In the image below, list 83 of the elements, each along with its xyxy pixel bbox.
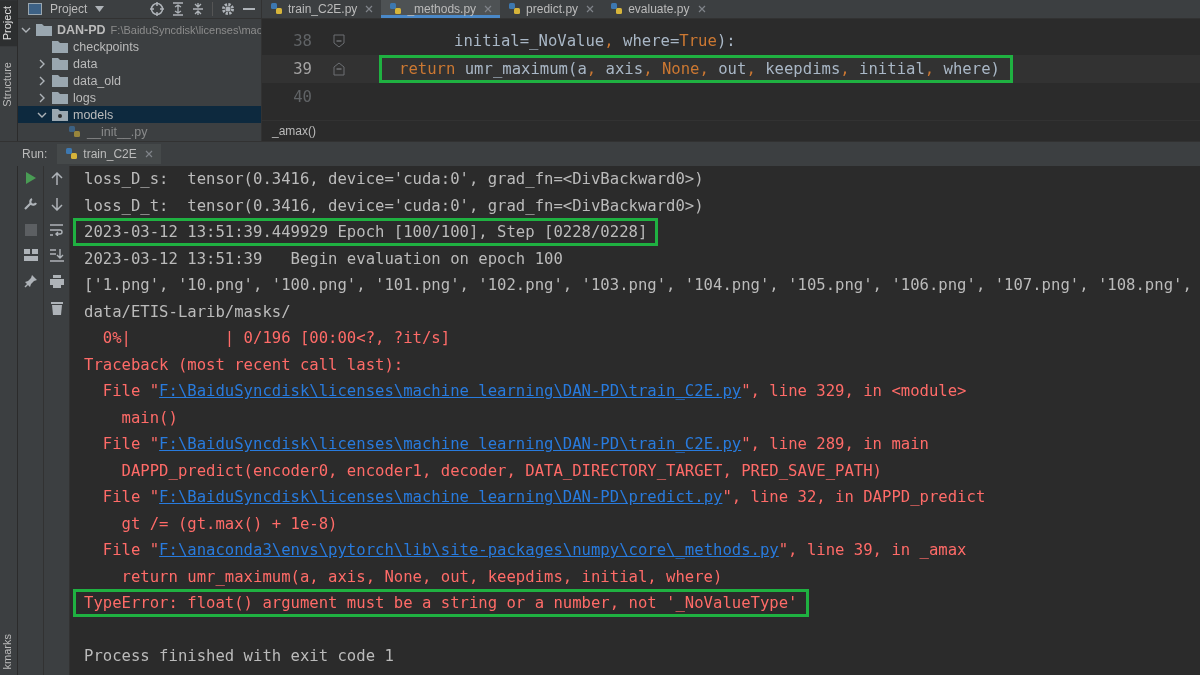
console-line: DAPPD_predict(encoder0, encoder1, decoder, DATA_DIRECTORY_TARGET, PRED_SAVE_PATH) <box>120 460 882 481</box>
console-line: loss_D_s: tensor(0.3416, device='cuda:0', grad_fn=<DivBackward0>) <box>84 169 704 190</box>
line-number: 39 <box>292 60 313 78</box>
python-file-icon <box>270 2 284 16</box>
python-file-icon <box>389 2 404 16</box>
trash-icon[interactable] <box>50 301 63 315</box>
folder-icon <box>52 74 68 87</box>
fold-marker-icon[interactable] <box>333 62 345 76</box>
crosshair-icon[interactable] <box>150 2 164 16</box>
dropdown-icon[interactable] <box>95 6 105 12</box>
console-line: TypeError: float() argument must be a string or a number, not '_NoValueType' <box>84 593 798 614</box>
console-line: gt /= (gt.max() + 1e-8) <box>120 513 338 534</box>
close-icon[interactable] <box>697 5 706 13</box>
folder-icon <box>52 57 68 70</box>
console-line: main() <box>120 407 178 428</box>
console-line: data/ETIS-Larib/masks/ <box>84 301 291 322</box>
console-line: ['1.png', '10.png', '100.png', '101.png', '102.png', '103.png', '104.png', '105.png', '106.png', '107.png', '108.png', <box>84 275 1192 296</box>
window-icon <box>28 3 42 15</box>
collapse-all-icon[interactable] <box>192 2 204 16</box>
chevron-right-icon[interactable] <box>37 58 47 69</box>
python-file-icon <box>68 124 82 139</box>
folder-icon <box>52 40 68 53</box>
pin-icon[interactable] <box>23 274 38 288</box>
tree-item[interactable]: DAN-PD <box>57 22 106 37</box>
console-line: Traceback (most recent call last): <box>84 354 404 375</box>
tree-item[interactable]: data <box>73 56 98 71</box>
tree-item[interactable]: data_old <box>73 73 121 88</box>
console-line: File "F:\BaiduSyncdisk\licenses\machine learning\DAN-PD\train_C2E.py", line 329, in <module> <box>101 381 967 402</box>
arrow-up-icon[interactable] <box>50 172 63 185</box>
close-icon[interactable] <box>365 5 374 13</box>
file-tab[interactable]: _methods.py <box>381 0 501 18</box>
tree-item[interactable]: logs <box>73 90 96 105</box>
console-line: 2023-03-12 13:51:39 Begin evaluation on epoch 100 <box>84 248 563 269</box>
python-file-icon <box>508 2 523 16</box>
layout-icon[interactable] <box>23 249 38 261</box>
soft-wrap-icon[interactable] <box>49 224 64 236</box>
chevron-right-icon[interactable] <box>37 75 47 86</box>
wrench-icon[interactable] <box>23 197 38 211</box>
close-icon[interactable] <box>586 5 595 13</box>
code-line: initial=_NoValue, where=True): <box>454 32 736 50</box>
console-line: 0%| | 0/196 [00:00<?, ?it/s] <box>101 328 451 349</box>
breadcrumb[interactable]: _amax() <box>272 124 316 138</box>
console-line: 2023-03-12 13:51:39.449929 Epoch [100/100], Step [0228/0228] <box>84 222 648 243</box>
folder-icon <box>52 91 68 104</box>
line-number: 40 <box>292 88 313 106</box>
file-link[interactable]: F:\BaiduSyncdisk\licenses\machine learning\DAN-PD\train_C2E.py <box>159 435 742 454</box>
file-tab[interactable]: evaluate.py <box>602 0 714 18</box>
print-icon[interactable] <box>49 275 64 288</box>
file-tab[interactable]: predict.py <box>500 0 603 18</box>
tool-window-tab[interactable]: kmarks <box>0 627 17 675</box>
fold-marker-icon[interactable] <box>333 34 345 48</box>
folder-icon <box>36 23 52 36</box>
tool-window-tab[interactable]: Project <box>0 0 17 47</box>
tree-item[interactable]: checkpoints <box>73 39 139 54</box>
console-line: File "F:\BaiduSyncdisk\licenses\machine learning\DAN-PD\train_C2E.py", line 289, in main <box>101 434 929 455</box>
run-label: Run: <box>22 147 48 161</box>
python-file-icon <box>610 2 625 16</box>
settings-icon[interactable] <box>221 2 235 16</box>
tool-window-tab[interactable]: Structure <box>0 56 17 113</box>
file-link[interactable]: F:\BaiduSyncdisk\licenses\machine learning\DAN-PD\train_C2E.py <box>159 382 742 401</box>
console-line: return umr_maximum(a, axis, None, out, keepdims, initial, where) <box>120 566 723 587</box>
python-file-icon <box>65 147 80 161</box>
chevron-right-icon[interactable] <box>37 92 47 103</box>
folder-path: F:\BaiduSyncdisk\licenses\mac <box>110 23 261 36</box>
tree-item[interactable]: models <box>73 107 114 122</box>
panel-title[interactable]: Project <box>50 2 88 16</box>
line-number: 38 <box>292 32 313 50</box>
run-tab[interactable]: train_C2E <box>57 144 161 164</box>
minimize-icon[interactable] <box>243 7 255 11</box>
arrow-down-icon[interactable] <box>50 198 63 211</box>
file-link[interactable]: F:\BaiduSyncdisk\licenses\machine learning\DAN-PD\predict.py <box>159 488 723 507</box>
run-icon[interactable] <box>24 172 37 184</box>
package-icon <box>52 108 68 121</box>
console-line: File "F:\BaiduSyncdisk\licenses\machine learning\DAN-PD\predict.py", line 32, in DAPPD_predict <box>101 487 986 508</box>
scroll-to-end-icon[interactable] <box>49 249 64 262</box>
code-line: return umr_maximum(a, axis, None, out, keepdims, initial, where) <box>399 60 1000 78</box>
console-line: loss_D_t: tensor(0.3416, device='cuda:0', grad_fn=<DivBackward0>) <box>84 195 704 216</box>
file-link[interactable]: F:\anaconda3\envs\pytorch\lib\site-packages\numpy\core\_methods.py <box>159 541 779 560</box>
tree-item[interactable]: __init__.py <box>87 124 148 139</box>
console-line: File "F:\anaconda3\envs\pytorch\lib\site-packages\numpy\core\_methods.py", line 39, in _amax <box>101 540 967 561</box>
console-line: Process finished with exit code 1 <box>84 646 394 667</box>
expand-all-icon[interactable] <box>172 2 184 16</box>
file-tab[interactable]: train_C2E.py <box>262 0 382 18</box>
